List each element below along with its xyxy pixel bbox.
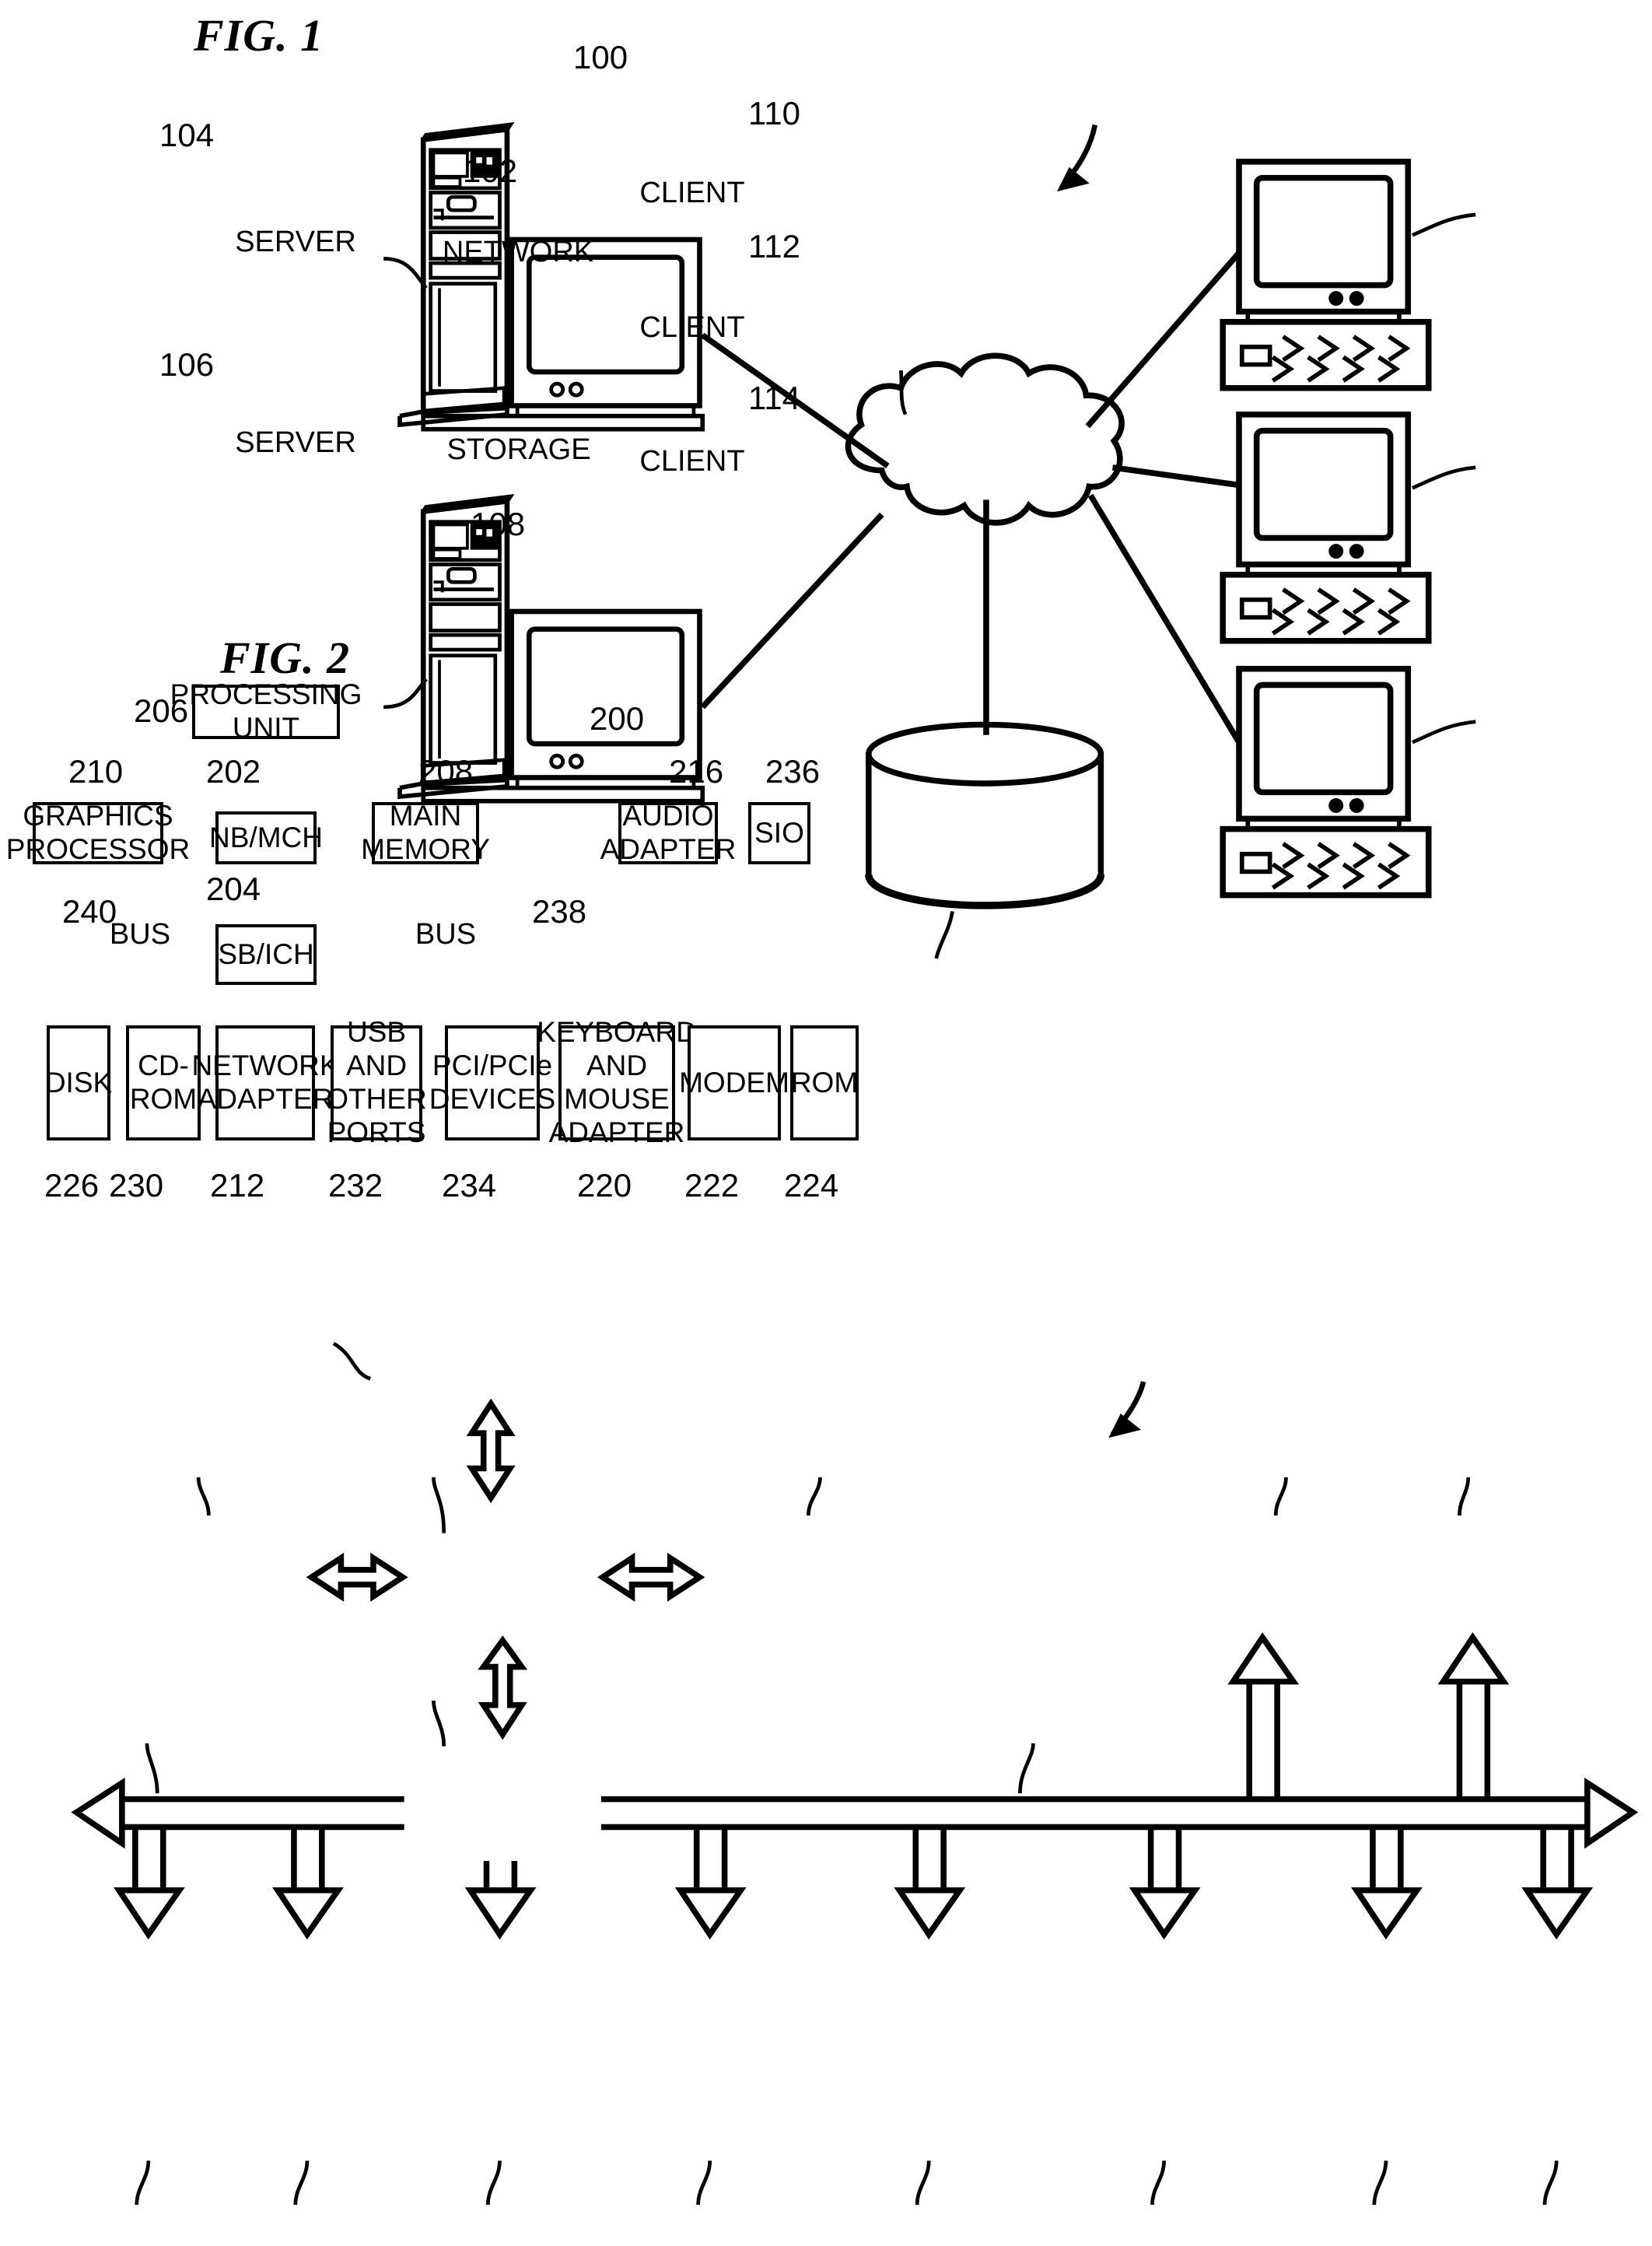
fig2-ref-208: 208 bbox=[418, 753, 474, 790]
arrow-pu-nbmch bbox=[466, 1398, 516, 1504]
fig1-client-2-label: CLIENT bbox=[639, 311, 745, 344]
fig2-ref-202: 202 bbox=[206, 753, 261, 790]
network-adapter-box[interactable] bbox=[215, 1025, 315, 1141]
modem-box[interactable] bbox=[688, 1025, 781, 1141]
fig2-system-ref-200: 200 bbox=[590, 700, 645, 737]
fig2-title: FIG. 2 bbox=[220, 632, 351, 683]
fig1-server-bottom-label: SERVER bbox=[235, 426, 356, 459]
fig2-ref-224: 224 bbox=[784, 1167, 839, 1204]
nb-mch-box[interactable] bbox=[215, 811, 317, 864]
fig2-ref-238: 238 bbox=[532, 893, 587, 930]
fig1-ref-114: 114 bbox=[748, 380, 800, 416]
leader-112 bbox=[1412, 465, 1476, 490]
fig1-ref-112: 112 bbox=[748, 228, 800, 265]
fig1-network-label: NETWORK bbox=[442, 236, 594, 268]
leader-110 bbox=[1412, 212, 1476, 237]
bus-drops bbox=[132, 1827, 1574, 1897]
fig2-ref-230: 230 bbox=[109, 1167, 164, 1204]
processing-unit-box[interactable] bbox=[192, 685, 340, 739]
arrow-gpu-nbmch bbox=[306, 1552, 408, 1602]
fig2-leaders bbox=[135, 1341, 1559, 2206]
leader-102 bbox=[899, 370, 908, 415]
fig2-ref-210: 210 bbox=[68, 753, 124, 790]
leader-114 bbox=[1412, 720, 1476, 745]
fig1-title: FIG. 1 bbox=[194, 10, 324, 61]
fig1-ref-102: 102 bbox=[463, 152, 518, 189]
client-3 bbox=[1220, 665, 1432, 899]
bus-right-label: BUS bbox=[415, 918, 477, 951]
bus-up-stems bbox=[1246, 1675, 1491, 1799]
keyboard-mouse-adapter-box[interactable] bbox=[558, 1025, 675, 1141]
fig1-ref-108: 108 bbox=[471, 506, 526, 542]
system-bus bbox=[71, 1777, 1639, 1849]
fig2-ref-206: 206 bbox=[134, 692, 189, 729]
pci-devices-box[interactable] bbox=[445, 1025, 540, 1141]
fig2-ref-220: 220 bbox=[577, 1167, 632, 1204]
graphics-processor-box[interactable] bbox=[33, 802, 163, 864]
fig2-ref-216: 216 bbox=[669, 753, 724, 790]
fig2-ref-236: 236 bbox=[765, 753, 821, 790]
fig1-client-1-label: CLIENT bbox=[639, 177, 745, 209]
arrow-nbmch-sbich bbox=[478, 1635, 528, 1740]
usb-ports-box[interactable] bbox=[331, 1025, 422, 1141]
client-2 bbox=[1220, 412, 1432, 644]
sb-ich-box[interactable] bbox=[215, 924, 317, 985]
leader-108 bbox=[934, 911, 954, 959]
fig1-storage-label: STORAGE bbox=[446, 433, 591, 466]
sio-box[interactable] bbox=[748, 802, 810, 864]
leader-106 bbox=[383, 678, 428, 710]
main-memory-box[interactable] bbox=[372, 802, 479, 864]
rom-box[interactable] bbox=[790, 1025, 859, 1141]
bus-up-arrowheads bbox=[1227, 1632, 1510, 1685]
fig2-ref-234: 234 bbox=[442, 1167, 497, 1204]
fig1-links bbox=[700, 251, 1242, 745]
fig2-ref-222: 222 bbox=[684, 1167, 740, 1204]
fig1-ref-104: 104 bbox=[159, 117, 215, 153]
leader-104 bbox=[383, 257, 428, 289]
fig2-ref-212: 212 bbox=[210, 1167, 265, 1204]
fig2-ref-232: 232 bbox=[328, 1167, 383, 1204]
storage-cylinder bbox=[865, 721, 1105, 909]
disk-box[interactable] bbox=[47, 1025, 110, 1141]
fig1-system-arrow bbox=[1059, 124, 1098, 190]
fig1-server-top-label: SERVER bbox=[235, 226, 356, 258]
bus-down-arrowheads bbox=[114, 1887, 1594, 1940]
fig2-system-arrow bbox=[1110, 1381, 1146, 1437]
fig2-ref-226: 226 bbox=[44, 1167, 100, 1204]
arrow-nbmch-memory bbox=[597, 1552, 705, 1602]
audio-adapter-box[interactable] bbox=[618, 802, 718, 864]
fig1-system-ref-100: 100 bbox=[573, 39, 628, 75]
bus-left-label: BUS bbox=[109, 918, 171, 951]
network-cloud bbox=[845, 352, 1125, 526]
client-1 bbox=[1220, 159, 1432, 391]
fig1-ref-110: 110 bbox=[748, 95, 800, 131]
fig1-ref-106: 106 bbox=[159, 346, 215, 383]
fig2-ref-204: 204 bbox=[206, 871, 261, 907]
cdrom-box[interactable] bbox=[126, 1025, 201, 1141]
fig1-client-3-label: CLIENT bbox=[639, 445, 745, 478]
